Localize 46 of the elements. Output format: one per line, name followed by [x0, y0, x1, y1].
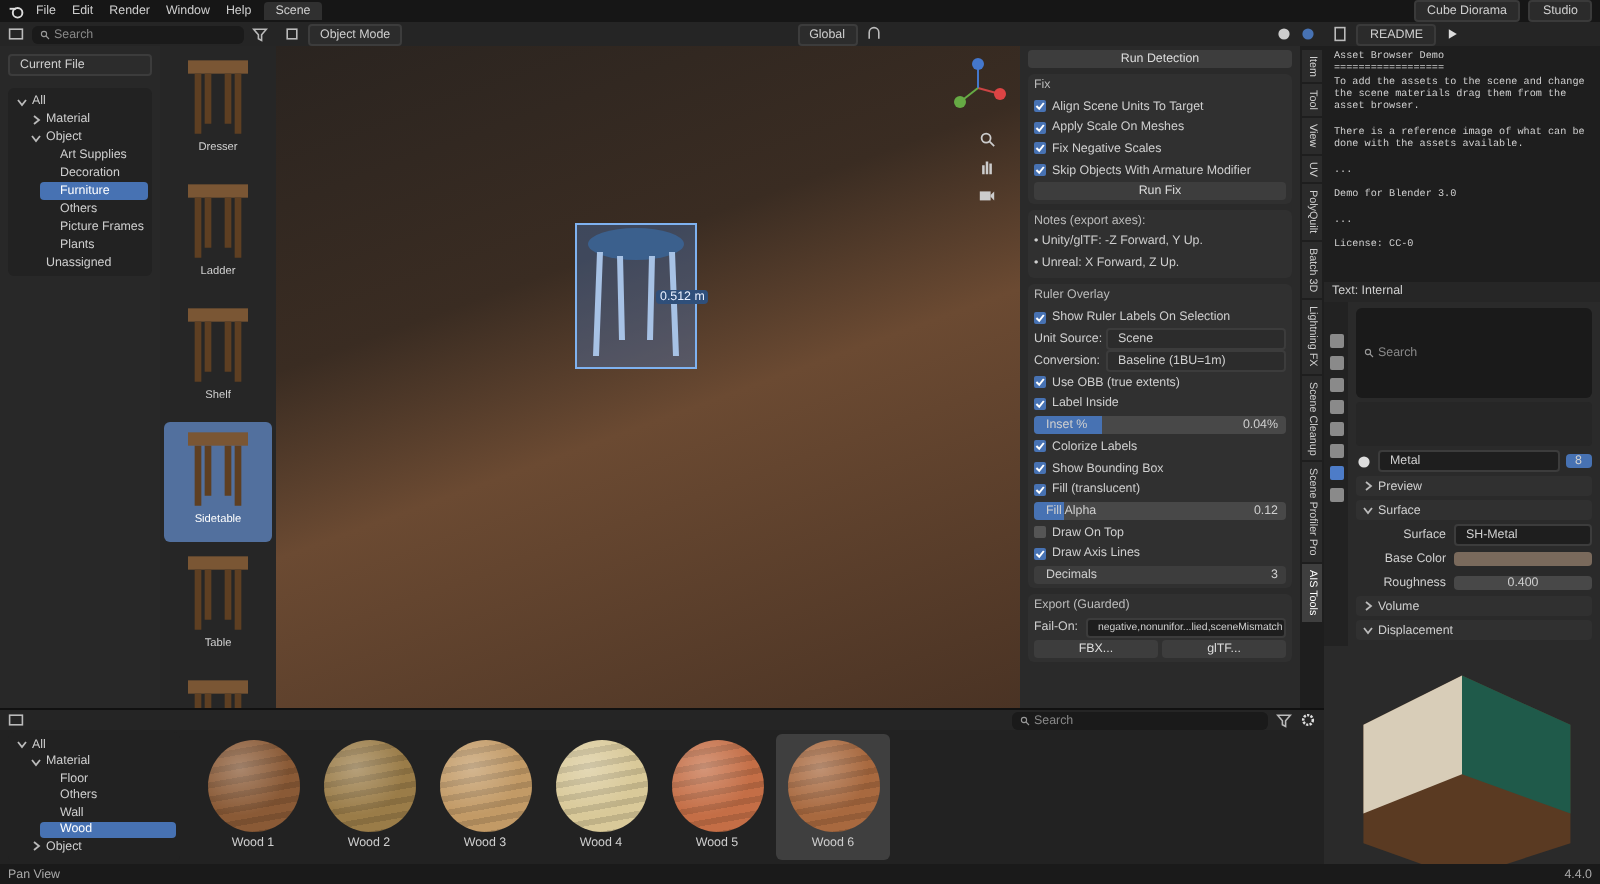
furniture-thumbnail-icon: [188, 556, 248, 630]
furniture-thumbnail-icon: [188, 432, 248, 506]
color-swatch[interactable]: [1454, 551, 1592, 565]
checkbox[interactable]: [1034, 164, 1046, 177]
checkbox[interactable]: [1034, 376, 1046, 389]
camera-icon[interactable]: [978, 186, 996, 204]
checkbox[interactable]: [1034, 483, 1046, 496]
filter-icon[interactable]: [1276, 712, 1292, 728]
checkbox[interactable]: [1034, 526, 1046, 539]
editor-type-icon[interactable]: [1332, 26, 1348, 42]
checkbox[interactable]: [1034, 121, 1046, 134]
app-logo-icon[interactable]: [8, 3, 24, 19]
zoom-icon[interactable]: [978, 130, 996, 148]
shading-material-icon[interactable]: [1300, 26, 1317, 42]
chevron-icon[interactable]: [30, 113, 42, 125]
editor-type-icon[interactable]: [8, 712, 24, 728]
editor-type-icon[interactable]: [8, 26, 24, 42]
material-sphere-icon[interactable]: [1356, 453, 1372, 469]
checkbox[interactable]: [1034, 142, 1046, 155]
furniture-thumbnail-icon: [188, 60, 248, 134]
chevron-icon[interactable]: [1362, 480, 1374, 492]
checkbox[interactable]: [1034, 397, 1046, 410]
chevron-icon[interactable]: [30, 131, 42, 143]
chevron-icon[interactable]: [30, 755, 42, 768]
chevron-icon[interactable]: [16, 95, 28, 107]
play-icon[interactable]: [1444, 26, 1461, 42]
chevron-icon[interactable]: [1362, 600, 1374, 612]
settings-icon[interactable]: [1300, 712, 1316, 728]
chevron-icon[interactable]: [1362, 624, 1374, 636]
editor-type-icon[interactable]: [284, 26, 300, 42]
chevron-icon[interactable]: [1362, 504, 1374, 516]
checkbox[interactable]: [1034, 462, 1046, 475]
checkbox[interactable]: [1034, 100, 1046, 113]
checkbox[interactable]: [1034, 440, 1046, 453]
chevron-icon[interactable]: [30, 840, 42, 853]
checkbox[interactable]: [1034, 547, 1046, 560]
furniture-thumbnail-icon: [188, 184, 248, 258]
filter-icon[interactable]: [252, 26, 268, 42]
search-icon: [40, 29, 50, 39]
furniture-thumbnail-icon: [188, 308, 248, 382]
search-icon: [1364, 348, 1374, 358]
snap-icon[interactable]: [865, 26, 881, 42]
shading-solid-icon[interactable]: [1276, 26, 1293, 42]
search-icon: [1020, 715, 1030, 725]
checkbox[interactable]: [1034, 311, 1046, 324]
chevron-icon[interactable]: [16, 738, 28, 751]
